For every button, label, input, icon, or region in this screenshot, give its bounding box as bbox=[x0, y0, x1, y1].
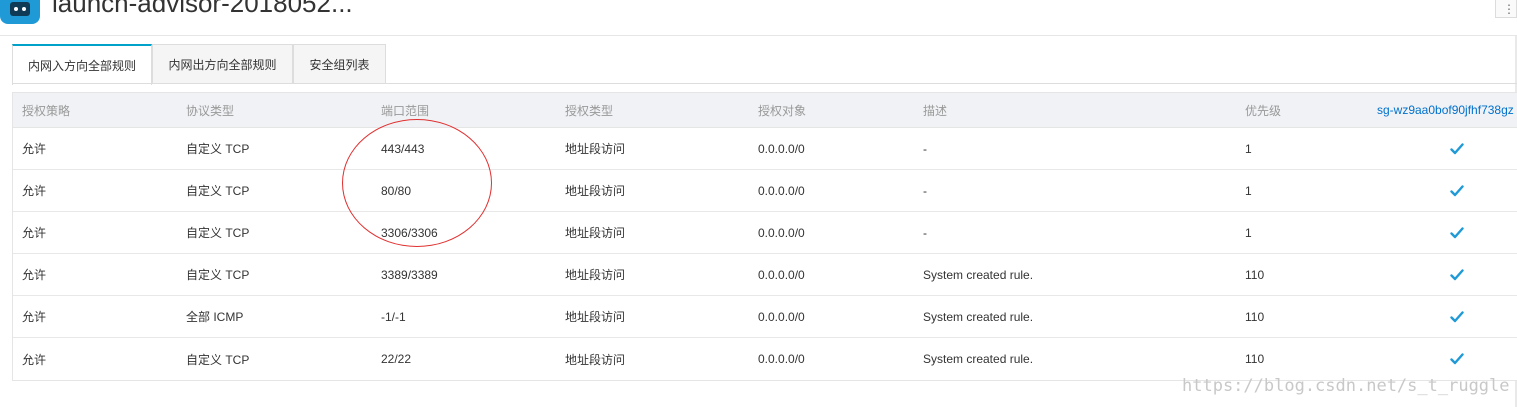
tab-inbound-rules[interactable]: 内网入方向全部规则 bbox=[12, 44, 152, 85]
cell-priority: 110 bbox=[1245, 309, 1265, 324]
cell-auth-type: 地址段访问 bbox=[565, 184, 626, 198]
header-port-range: 端口范围 bbox=[381, 103, 430, 118]
cell-port-range: 80/80 bbox=[381, 183, 412, 198]
table-row: 允许 自定义 TCP 443/443 地址段访问 0.0.0.0/0 - 1 bbox=[13, 128, 1517, 170]
table-row: 允许 自定义 TCP 3306/3306 地址段访问 0.0.0.0/0 - 1 bbox=[13, 212, 1517, 254]
cell-policy: 允许 bbox=[22, 310, 47, 324]
cell-priority: 1 bbox=[1245, 183, 1252, 198]
cell-auth-object: 0.0.0.0/0 bbox=[758, 183, 805, 198]
header-auth-object: 授权对象 bbox=[758, 103, 807, 118]
cell-auth-type: 地址段访问 bbox=[565, 268, 626, 282]
header-policy: 授权策略 bbox=[22, 103, 71, 118]
cell-protocol: 自定义 TCP bbox=[186, 352, 250, 367]
header-security-group-link[interactable]: sg-wz9aa0bof90jfhf738gz bbox=[1377, 93, 1514, 127]
cell-auth-object: 0.0.0.0/0 bbox=[758, 267, 805, 282]
cell-port-range: 3389/3389 bbox=[381, 267, 438, 282]
cell-auth-type: 地址段访问 bbox=[565, 226, 626, 240]
cell-priority: 110 bbox=[1245, 267, 1265, 282]
cell-description: - bbox=[923, 225, 927, 240]
more-icon: ⋮ bbox=[1503, 2, 1515, 16]
check-icon bbox=[1447, 212, 1467, 253]
cell-auth-type: 地址段访问 bbox=[565, 310, 626, 324]
cell-auth-object: 0.0.0.0/0 bbox=[758, 225, 805, 240]
header-auth-type: 授权类型 bbox=[565, 103, 614, 118]
cell-description: System created rule. bbox=[923, 309, 1034, 324]
tab-outbound-rules[interactable]: 内网出方向全部规则 bbox=[152, 44, 293, 84]
check-icon bbox=[1447, 296, 1467, 337]
cell-auth-object: 0.0.0.0/0 bbox=[758, 352, 805, 366]
rules-table: 授权策略 协议类型 端口范围 授权类型 授权对象 描述 优先级 sg-wz9aa… bbox=[12, 92, 1517, 381]
cell-priority: 1 bbox=[1245, 141, 1252, 156]
more-button[interactable]: ⋮ bbox=[1495, 0, 1517, 18]
check-icon bbox=[1447, 254, 1467, 295]
cell-description: System created rule. bbox=[923, 352, 1034, 366]
cell-policy: 允许 bbox=[22, 184, 47, 198]
cell-port-range: 22/22 bbox=[381, 352, 412, 366]
watermark: https://blog.csdn.net/s_t_ruggle bbox=[1182, 376, 1510, 396]
cell-protocol: 全部 ICMP bbox=[186, 310, 244, 324]
header-priority: 优先级 bbox=[1245, 103, 1282, 118]
app-icon bbox=[0, 0, 40, 24]
table-header: 授权策略 协议类型 端口范围 授权类型 授权对象 描述 优先级 sg-wz9aa… bbox=[13, 93, 1517, 128]
page-title: launch-advisor-2018052... bbox=[52, 0, 353, 18]
table-row: 允许 自定义 TCP 22/22 地址段访问 0.0.0.0/0 System creat… bbox=[13, 338, 1517, 380]
check-icon bbox=[1447, 128, 1467, 169]
tab-security-group-list[interactable]: 安全组列表 bbox=[293, 44, 386, 84]
cell-priority: 1 bbox=[1245, 225, 1252, 240]
header-protocol: 协议类型 bbox=[186, 103, 235, 118]
table-row: 允许 全部 ICMP -1/-1 地址段访问 0.0.0.0/0 System creat… bbox=[13, 296, 1517, 338]
cell-protocol: 自定义 TCP bbox=[186, 268, 250, 282]
cell-protocol: 自定义 TCP bbox=[186, 142, 250, 156]
cell-port-range: -1/-1 bbox=[381, 309, 406, 324]
cell-protocol: 自定义 TCP bbox=[186, 184, 250, 198]
cell-policy: 允许 bbox=[22, 226, 47, 240]
check-icon bbox=[1447, 338, 1467, 380]
cell-port-range: 443/443 bbox=[381, 141, 425, 156]
table-row: 允许 自定义 TCP 80/80 地址段访问 0.0.0.0/0 - 1 bbox=[13, 170, 1517, 212]
cell-description: System created rule. bbox=[923, 267, 1034, 282]
tab-divider bbox=[12, 83, 1517, 84]
cell-priority: 110 bbox=[1245, 352, 1265, 366]
cell-auth-object: 0.0.0.0/0 bbox=[758, 141, 805, 156]
cell-auth-type: 地址段访问 bbox=[565, 142, 626, 156]
table-body: 允许 自定义 TCP 443/443 地址段访问 0.0.0.0/0-1 允许 自定义 TC… bbox=[13, 128, 1517, 380]
cell-auth-object: 0.0.0.0/0 bbox=[758, 309, 805, 324]
cell-description: - bbox=[923, 183, 927, 198]
title-bar: launch-advisor-2018052... ⋮ bbox=[0, 0, 1517, 36]
header-description: 描述 bbox=[923, 103, 948, 118]
cell-port-range: 3306/3306 bbox=[381, 225, 438, 240]
cell-policy: 允许 bbox=[22, 268, 47, 282]
cell-policy: 允许 bbox=[22, 142, 47, 156]
cell-policy: 允许 bbox=[22, 352, 47, 367]
check-icon bbox=[1447, 170, 1467, 211]
cell-description: - bbox=[923, 141, 927, 156]
table-row: 允许 自定义 TCP 3389/3389 地址段访问 0.0.0.0/0 System c… bbox=[13, 254, 1517, 296]
cell-protocol: 自定义 TCP bbox=[186, 226, 250, 240]
cell-auth-type: 地址段访问 bbox=[565, 352, 626, 367]
